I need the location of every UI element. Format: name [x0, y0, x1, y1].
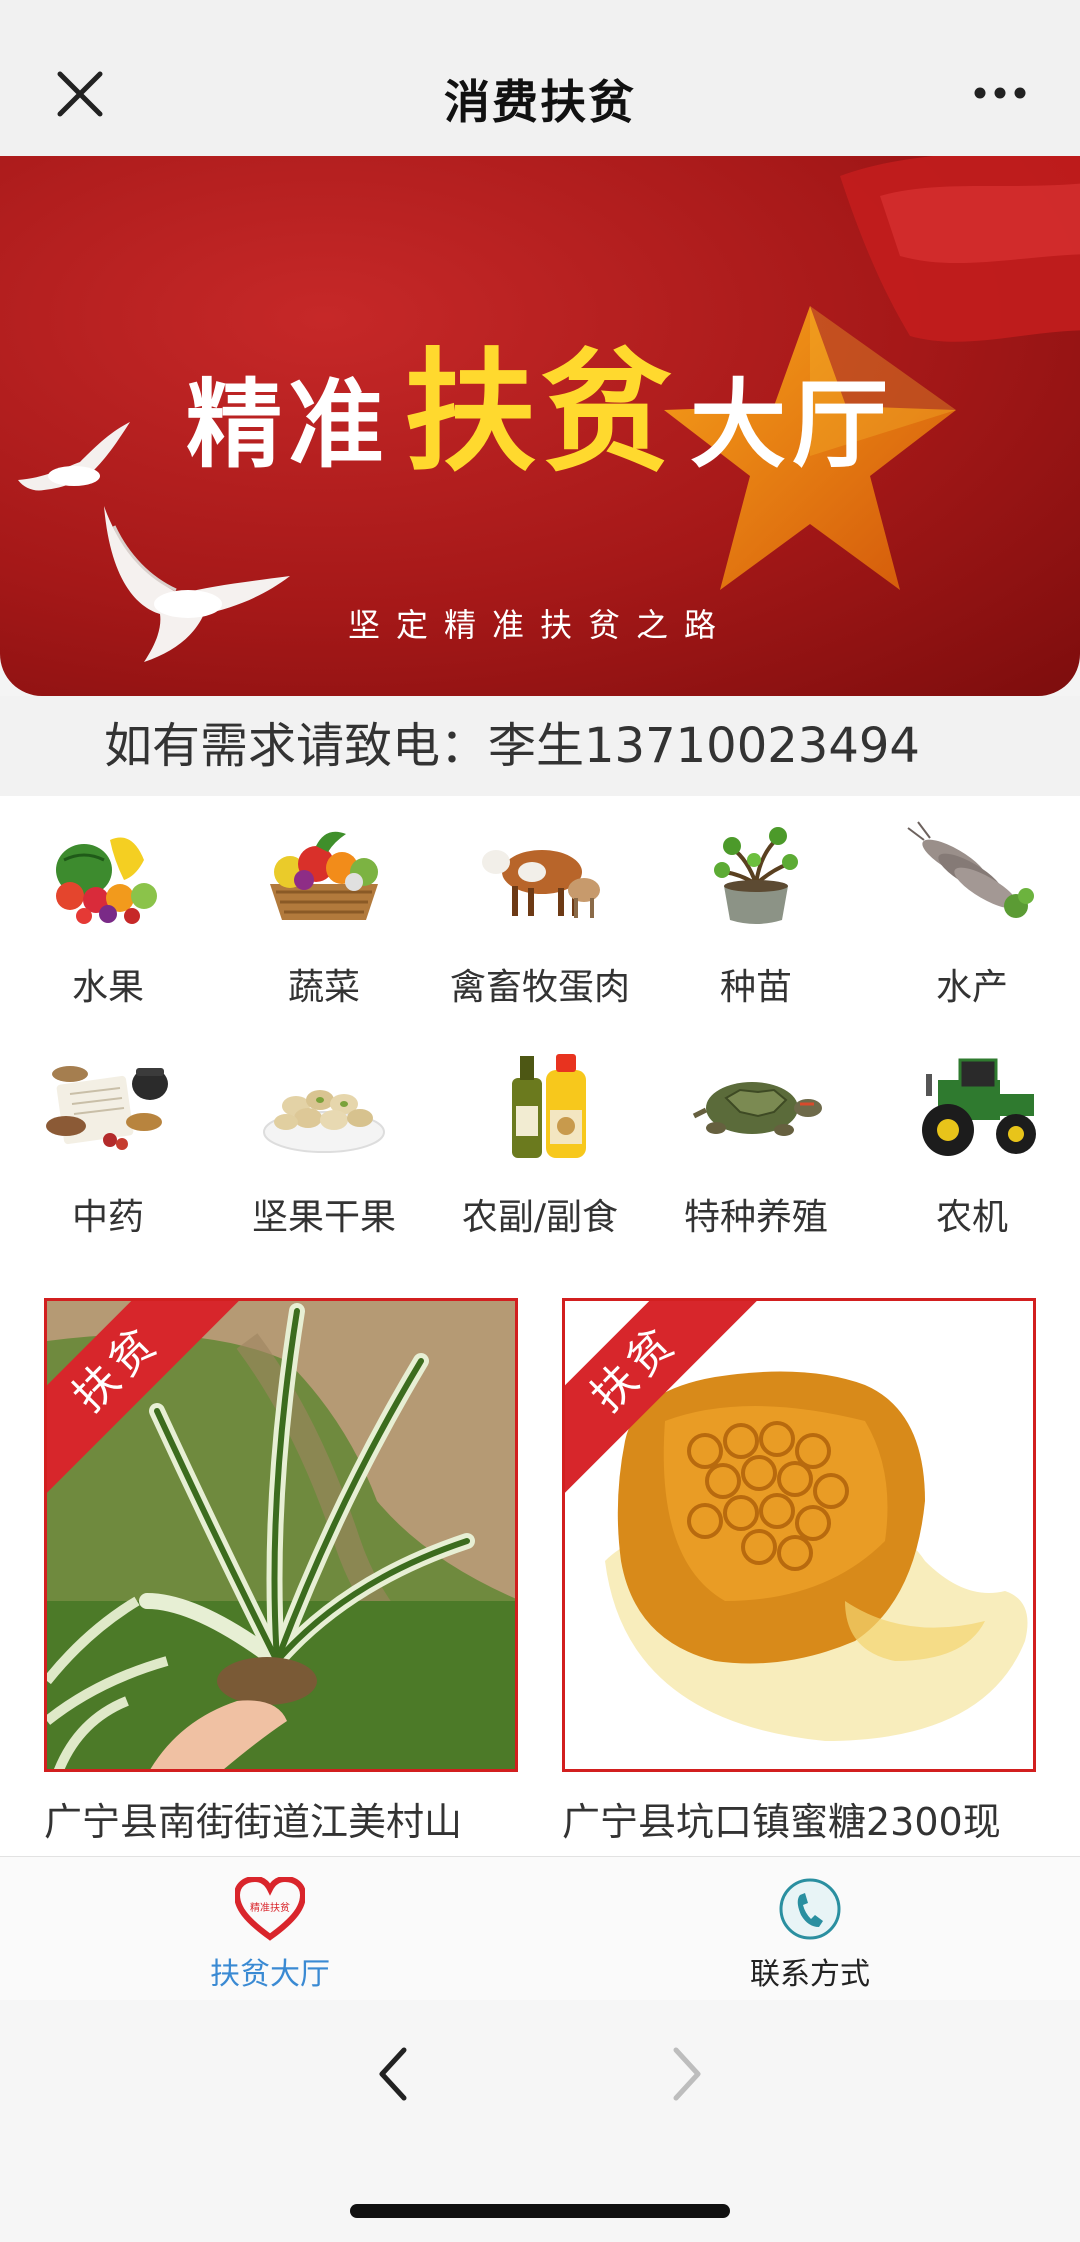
nuts-bowl-icon: [263, 1090, 385, 1153]
tab-label: 联系方式: [750, 1957, 870, 1992]
dove-icon: [18, 422, 130, 491]
more-dots-icon[interactable]: [972, 80, 1028, 106]
category-herbal-medicine[interactable]: 中药: [0, 1026, 216, 1246]
seedling-pot-icon: [714, 827, 798, 924]
product-image[interactable]: 扶贫: [562, 1298, 1036, 1772]
product-image[interactable]: 扶贫: [44, 1298, 518, 1772]
category-label: 禽畜牧蛋肉: [449, 967, 630, 1008]
category-farm-machinery[interactable]: 农机: [864, 1026, 1080, 1246]
chevron-right-icon[interactable]: [666, 2044, 706, 2104]
category-label: 中药: [71, 1197, 144, 1238]
fruit-icon: [56, 837, 157, 924]
category-label: 蔬菜: [287, 967, 360, 1008]
tab-contact[interactable]: 联系方式: [540, 1857, 1080, 2001]
product-card[interactable]: 扶贫 广宁县坑口镇蜜糖2300现: [562, 1298, 1036, 1888]
oil-bottle-icon: [512, 1054, 586, 1158]
category-label: 农机: [935, 1197, 1008, 1238]
banner-title-part1: 精准: [186, 372, 390, 479]
category-label: 种苗: [719, 967, 792, 1008]
category-nuts[interactable]: 坚果干果: [216, 1026, 432, 1246]
category-label: 农副/副食: [461, 1197, 619, 1238]
category-agri-food[interactable]: 农副/副食: [432, 1026, 648, 1246]
home-indicator[interactable]: [350, 2204, 730, 2218]
category-label: 水果: [71, 967, 144, 1008]
category-seafood[interactable]: 水产: [864, 796, 1080, 1016]
banner-title-part3: 大厅: [690, 372, 894, 479]
turtle-icon: [692, 1082, 822, 1136]
heart-logo-text: 精准扶贫: [250, 1901, 290, 1914]
banner-title-highlight: 扶贫: [404, 339, 676, 486]
tractor-icon: [922, 1058, 1036, 1156]
category-label: 坚果干果: [251, 1197, 396, 1238]
category-livestock[interactable]: 禽畜牧蛋肉: [432, 796, 648, 1016]
banner-title: 精准 扶贫 大厅: [0, 306, 1080, 497]
vegetable-basket-icon: [270, 831, 378, 920]
dove-icon: [104, 506, 290, 662]
category-special-breeding[interactable]: 特种养殖: [648, 1026, 864, 1246]
bottom-tab-bar: 精准扶贫 扶贫大厅 联系方式: [0, 1856, 1080, 2000]
contact-hotline: 如有需求请致电：李生13710023494: [0, 696, 1080, 796]
category-grid: 水果 蔬菜 禽畜牧蛋肉 种苗 水产 中药 坚果干果 农副/副食 特种养殖 农机 …: [0, 796, 1080, 1856]
category-label: 水产: [935, 967, 1008, 1008]
product-card[interactable]: 扶贫 广宁县南街街道江美村山: [44, 1298, 518, 1888]
category-vegetable[interactable]: 蔬菜: [216, 796, 432, 1016]
browser-bottom-bar: [0, 2000, 1080, 2242]
category-fruit[interactable]: 水果: [0, 796, 216, 1016]
shrimp-icon: [907, 821, 1034, 918]
top-navbar: 消费扶贫: [0, 0, 1080, 156]
cattle-icon: [482, 850, 600, 918]
herbal-medicine-icon: [46, 1066, 168, 1150]
tab-label: 扶贫大厅: [210, 1957, 330, 1992]
category-seedling[interactable]: 种苗: [648, 796, 864, 1016]
hero-banner[interactable]: 精准 扶贫 大厅 坚定精准扶贫之路: [0, 156, 1080, 696]
tab-poverty-hall[interactable]: 精准扶贫 扶贫大厅: [0, 1857, 540, 2001]
phone-icon: [779, 1878, 841, 1940]
heart-logo-icon: 精准扶贫: [235, 1877, 305, 1941]
page-title: 消费扶贫: [444, 75, 636, 129]
chevron-left-icon[interactable]: [374, 2044, 414, 2104]
category-label: 特种养殖: [683, 1197, 828, 1238]
